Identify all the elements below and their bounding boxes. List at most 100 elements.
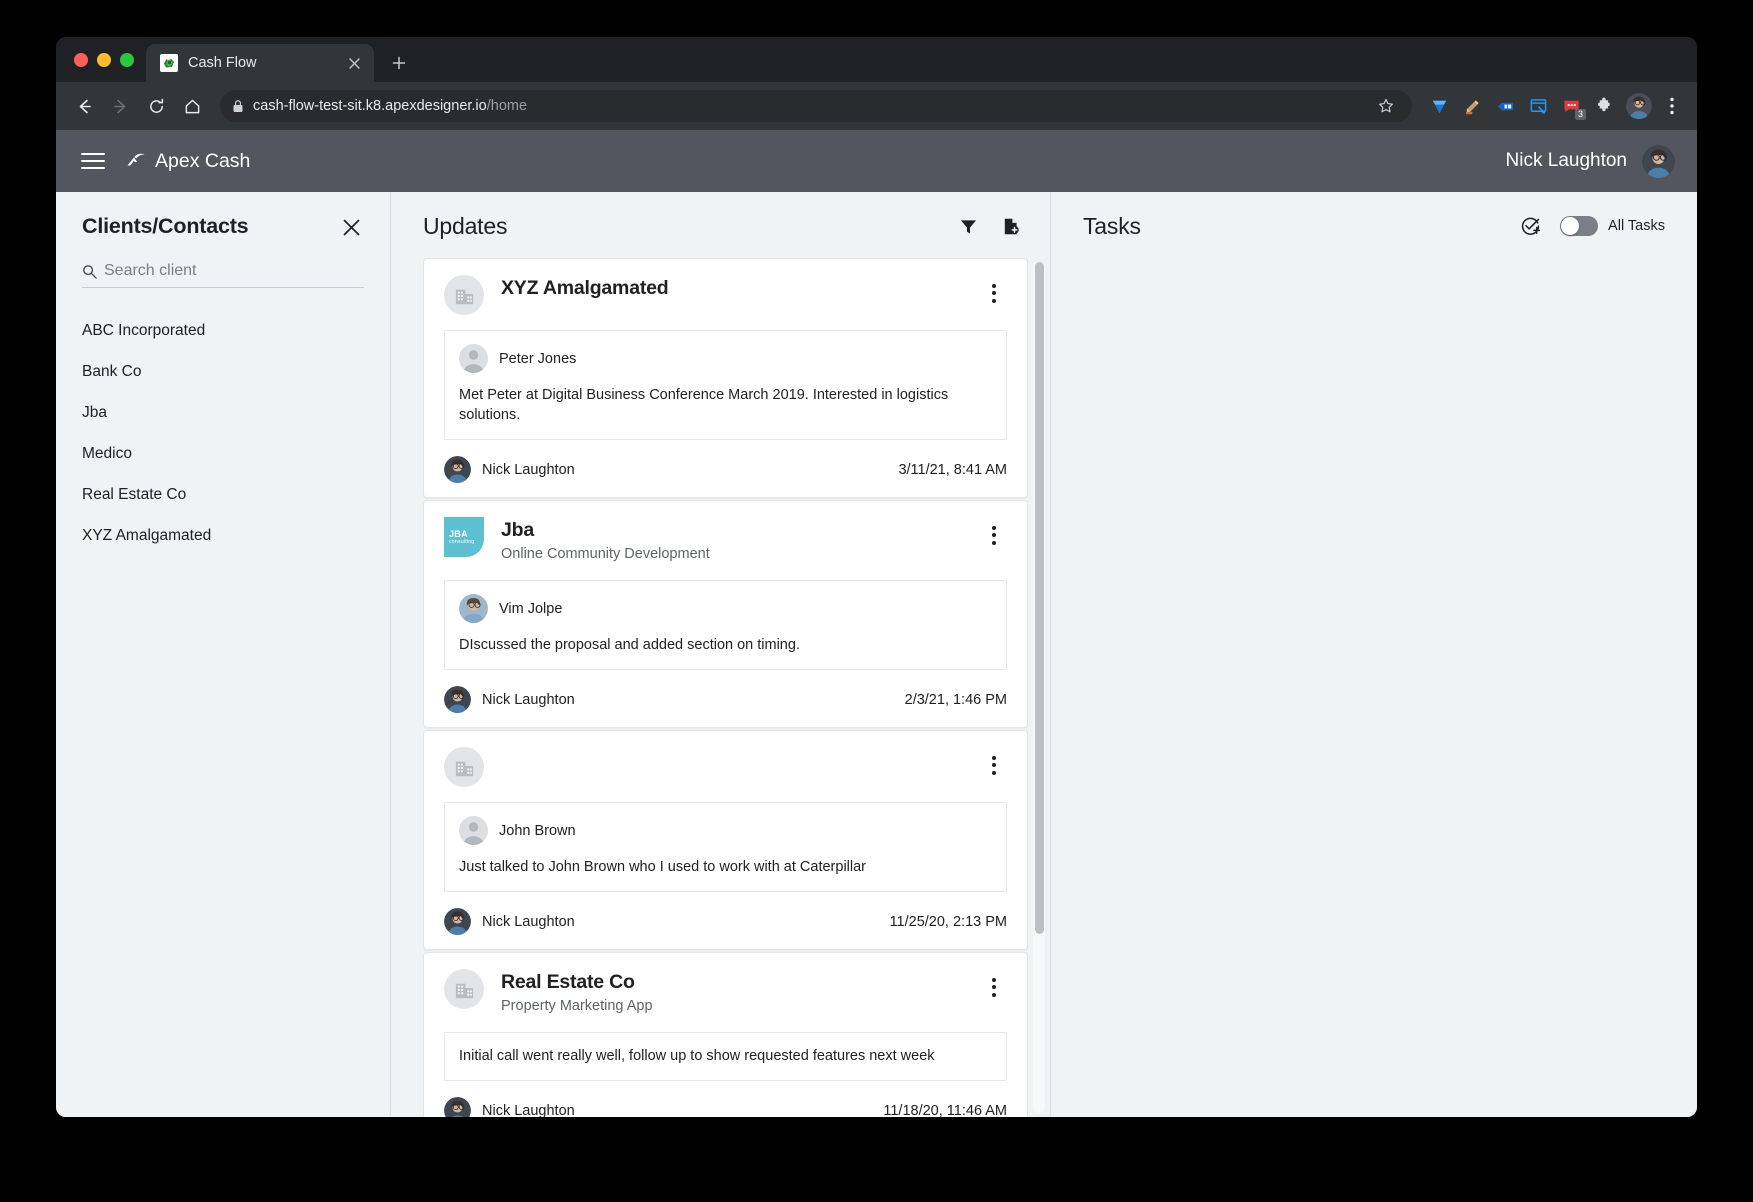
building-icon <box>444 747 484 787</box>
jba-consulting-logo: JBA consulting <box>444 517 484 557</box>
nick-laughton-avatar <box>444 456 471 483</box>
tag-extension-icon[interactable] <box>1490 91 1520 121</box>
update-card[interactable]: XYZ Amalgamated Peter Jones Met Peter at… <box>423 258 1028 498</box>
nick-laughton-avatar[interactable] <box>1642 144 1675 178</box>
note-text: Met Peter at Digital Business Conference… <box>459 387 949 423</box>
diamond-extension-icon[interactable] <box>1424 91 1454 121</box>
update-card-titles: Jba Online Community Development <box>501 517 964 565</box>
extension-badge-count: 3 <box>1574 109 1586 120</box>
user-name-label: Nick Laughton <box>1505 150 1627 171</box>
update-timestamp: 11/18/20, 11:46 AM <box>883 1102 1007 1118</box>
search-input[interactable] <box>104 262 364 280</box>
tab-title: Cash Flow <box>188 55 257 71</box>
search-icon <box>82 264 97 279</box>
update-card[interactable]: Real Estate Co Property Marketing App In… <box>423 952 1028 1117</box>
update-card-header <box>444 747 1007 787</box>
building-icon <box>444 275 484 315</box>
app-panels: Clients/Contacts ABC Incorporated Bank C… <box>56 192 1697 1117</box>
generic-person-avatar <box>459 816 488 845</box>
app-brand[interactable]: Apex Cash <box>126 150 250 173</box>
hamburger-menu-icon[interactable] <box>76 144 110 178</box>
tasks-title: Tasks <box>1083 212 1141 239</box>
update-card-menu-icon[interactable] <box>981 278 1007 308</box>
update-author: Nick Laughton <box>482 691 575 708</box>
minimize-window-button[interactable] <box>97 52 111 67</box>
maximize-window-button[interactable] <box>120 52 134 67</box>
chrome-menu-icon[interactable] <box>1659 91 1685 121</box>
update-note: Vim Jolpe DIscussed the proposal and add… <box>444 580 1007 670</box>
extensions-area: 3 <box>1424 91 1685 121</box>
updates-scrollbar-thumb[interactable] <box>1034 262 1044 935</box>
update-card-footer: Nick Laughton 11/25/20, 2:13 PM <box>444 908 1007 935</box>
update-card-footer: Nick Laughton 2/3/21, 1:46 PM <box>444 686 1007 713</box>
close-window-button[interactable] <box>74 52 88 67</box>
update-card-footer: Nick Laughton 11/18/20, 11:46 AM <box>444 1097 1007 1117</box>
update-card-header: Real Estate Co Property Marketing App <box>444 969 1007 1017</box>
highlighter-extension-icon[interactable] <box>1457 91 1487 121</box>
updates-header: Updates <box>391 192 1050 258</box>
note-add-icon[interactable] <box>992 208 1028 244</box>
profile-avatar[interactable] <box>1626 93 1652 119</box>
browser-window: Cash Flow cash-flow-test-sit.k8.apexdesi… <box>56 37 1697 1117</box>
update-company-name: Jba <box>501 519 535 541</box>
update-timestamp: 11/25/20, 2:13 PM <box>889 913 1007 930</box>
update-card[interactable]: John Brown Just talked to John Brown who… <box>423 730 1028 950</box>
window-traffic-lights <box>70 37 146 82</box>
update-company-name: Real Estate Co <box>501 971 635 993</box>
sidebar-item-jba[interactable]: Jba <box>82 392 364 433</box>
url-host: cash-flow-test-sit.k8.apexdesigner.io <box>253 98 487 114</box>
sidebar-item-real-estate-co[interactable]: Real Estate Co <box>82 474 364 515</box>
window-capture-extension-icon[interactable] <box>1523 91 1553 121</box>
cash-flow-favicon <box>160 54 178 72</box>
forward-arrow-icon[interactable] <box>104 90 136 122</box>
note-person-name: John Brown <box>499 822 576 839</box>
tasks-panel: Tasks All Tasks <box>1051 192 1697 1117</box>
update-note: John Brown Just talked to John Brown who… <box>444 802 1007 892</box>
generic-person-avatar <box>459 344 488 373</box>
updates-list: XYZ Amalgamated Peter Jones Met Peter at… <box>423 258 1028 1117</box>
update-card-titles: XYZ Amalgamated <box>501 275 964 300</box>
updates-scrollbar[interactable] <box>1033 262 1045 1113</box>
all-tasks-label: All Tasks <box>1608 218 1665 234</box>
update-author: Nick Laughton <box>482 1102 575 1118</box>
bookmark-star-icon[interactable] <box>1372 92 1400 120</box>
all-tasks-toggle[interactable] <box>1560 216 1599 236</box>
update-card-menu-icon[interactable] <box>981 520 1007 550</box>
tab-close-icon[interactable] <box>344 53 364 73</box>
sidebar-item-abc-incorporated[interactable]: ABC Incorporated <box>82 310 364 351</box>
sidebar-item-medico[interactable]: Medico <box>82 433 364 474</box>
home-icon[interactable] <box>176 90 208 122</box>
back-arrow-icon[interactable] <box>68 90 100 122</box>
nick-laughton-avatar <box>444 686 471 713</box>
sidebar-item-bank-co[interactable]: Bank Co <box>82 351 364 392</box>
updates-panel: Updates XYZ Amalgamated Peter Jones Met … <box>391 192 1051 1117</box>
note-text: Initial call went really well, follow up… <box>459 1048 935 1064</box>
nick-laughton-avatar <box>444 1097 471 1117</box>
new-tab-button[interactable] <box>384 48 414 78</box>
clients-contacts-sidebar: Clients/Contacts ABC Incorporated Bank C… <box>56 192 391 1117</box>
update-card[interactable]: JBA consulting Jba Online Community Deve… <box>423 500 1028 728</box>
client-list: ABC Incorporated Bank Co Jba Medico Real… <box>82 310 364 556</box>
update-card-menu-icon[interactable] <box>981 972 1007 1002</box>
browser-tab[interactable]: Cash Flow <box>146 44 374 82</box>
address-bar[interactable]: cash-flow-test-sit.k8.apexdesigner.io/ho… <box>220 90 1412 122</box>
update-card-header: JBA consulting Jba Online Community Deve… <box>444 517 1007 565</box>
update-card-menu-icon[interactable] <box>981 750 1007 780</box>
update-timestamp: 2/3/21, 1:46 PM <box>904 691 1007 708</box>
add-task-icon[interactable] <box>1512 208 1548 244</box>
puzzle-extensions-icon[interactable] <box>1589 91 1619 121</box>
reload-icon[interactable] <box>140 90 172 122</box>
app-brand-name: Apex Cash <box>155 149 251 172</box>
close-icon[interactable] <box>338 214 364 240</box>
tab-strip: Cash Flow <box>56 37 1697 82</box>
tasks-header: Tasks All Tasks <box>1051 192 1697 258</box>
speech-bubble-extension-icon[interactable]: 3 <box>1556 91 1586 121</box>
search-client-field[interactable] <box>82 262 364 288</box>
note-person-name: Peter Jones <box>499 350 577 367</box>
apex-peak-logo <box>126 152 146 170</box>
note-person: Peter Jones <box>459 344 992 373</box>
sidebar-item-xyz-amalgamated[interactable]: XYZ Amalgamated <box>82 515 364 556</box>
filter-icon[interactable] <box>950 208 986 244</box>
address-bar-url: cash-flow-test-sit.k8.apexdesigner.io/ho… <box>253 98 1363 114</box>
note-person: John Brown <box>459 816 992 845</box>
